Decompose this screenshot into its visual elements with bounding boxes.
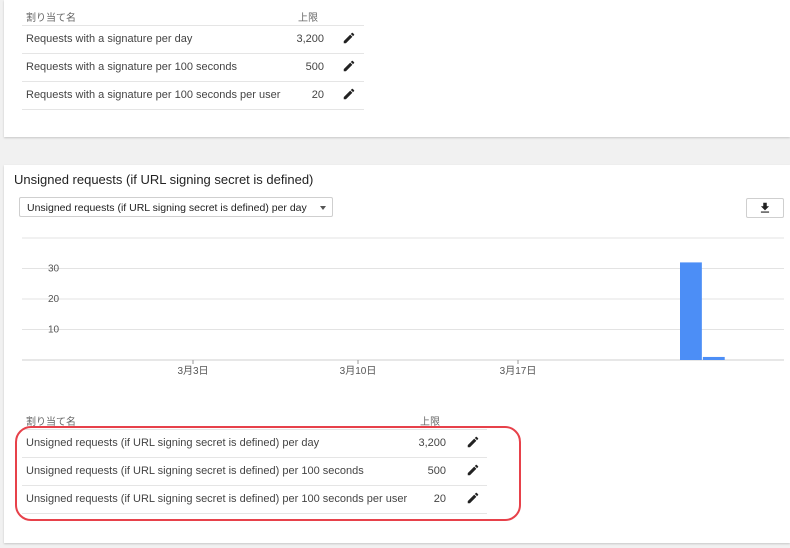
usage-chart: 10 20 30 3月3日 3月10日 3月17日: [22, 237, 784, 377]
y-tick-label: 20: [48, 294, 60, 305]
quota-name-header: 割り当て名: [26, 13, 76, 24]
quota-limit-header: 上限: [298, 13, 318, 24]
edit-icon[interactable]: [342, 59, 356, 73]
table-row: Requests with a signature per 100 second…: [22, 53, 364, 82]
y-tick-label: 30: [48, 264, 60, 275]
signed-quota-card: 割り当て名 上限 Requests with a signature per d…: [4, 0, 790, 137]
download-button[interactable]: [746, 198, 784, 218]
edit-icon[interactable]: [342, 87, 356, 101]
table-row: Requests with a signature per 100 second…: [22, 81, 364, 110]
quota-name: Requests with a signature per day: [26, 33, 193, 45]
x-tick-label: 3月3日: [177, 365, 208, 377]
download-icon: [760, 202, 770, 213]
metric-dropdown[interactable]: Unsigned requests (if URL signing secret…: [19, 197, 333, 217]
quota-limit: 3,200: [296, 33, 324, 45]
quota-name: Requests with a signature per 100 second…: [26, 89, 281, 101]
metric-dropdown-value: Unsigned requests (if URL signing secret…: [27, 202, 307, 214]
x-tick-label: 3月17日: [500, 365, 537, 377]
unsigned-requests-card: Unsigned requests (if URL signing secret…: [4, 165, 790, 543]
table-row: Requests with a signature per day 3,200: [22, 25, 364, 54]
x-tick-label: 3月10日: [340, 365, 377, 377]
chart-bar[interactable]: [680, 262, 702, 360]
chevron-down-icon: [320, 206, 326, 210]
quota-limit: 20: [311, 89, 324, 101]
edit-icon[interactable]: [342, 31, 356, 45]
section-title: Unsigned requests (if URL signing secret…: [14, 172, 314, 187]
quota-name: Requests with a signature per 100 second…: [26, 61, 237, 73]
y-tick-label: 10: [48, 325, 60, 336]
quota-limit: 500: [305, 61, 324, 73]
chart-bar[interactable]: [702, 356, 725, 360]
highlight-annotation: [15, 426, 521, 521]
